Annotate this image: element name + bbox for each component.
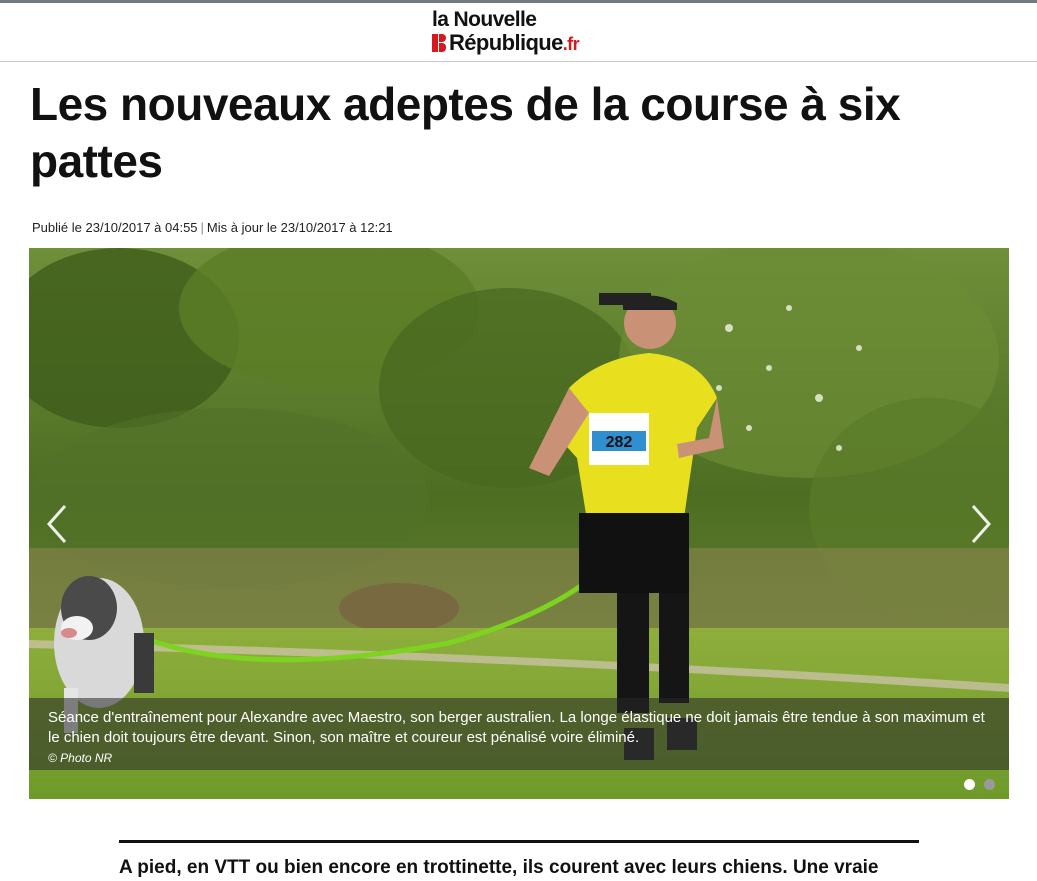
updated-date: Mis à jour le 23/10/2017 à 12:21 (206, 220, 393, 235)
gallery-dot-1[interactable] (964, 779, 975, 790)
logo-tld: .fr (562, 34, 580, 54)
lead-divider (119, 840, 919, 843)
site-header: la Nouvelle République.fr (0, 3, 1037, 62)
gallery-next-button[interactable] (965, 502, 995, 546)
photo-caption: Séance d'entraînement pour Alexandre ave… (48, 709, 985, 746)
article-dates: Publié le 23/10/2017 à 04:55 | Mis à jour … (32, 220, 393, 235)
gallery-dot-2[interactable] (984, 779, 995, 790)
chevron-right-icon (971, 505, 992, 543)
gallery-prev-button[interactable] (43, 502, 73, 546)
logo-mark-icon (432, 34, 446, 52)
published-date: Publié le 23/10/2017 à 04:55 (32, 220, 198, 235)
chevron-left-icon (46, 505, 67, 543)
photo-credit: © Photo NR (48, 751, 113, 765)
article-title: Les nouveaux adeptes de la course à six … (30, 78, 901, 187)
gallery-pagination (955, 777, 995, 791)
logo-line-2: République.fr (449, 30, 580, 57)
logo-line-1: la Nouvelle (432, 8, 537, 31)
logo-name: République (449, 30, 563, 55)
bib-number: 282 (606, 434, 633, 451)
site-logo[interactable]: la Nouvelle République.fr (432, 9, 607, 59)
article-lead: A pied, en VTT ou bien encore en trottin… (119, 857, 879, 878)
date-separator: | (200, 220, 204, 235)
photo-gallery: 282 Séance d'entraînement pour Alexandre… (29, 248, 1009, 799)
